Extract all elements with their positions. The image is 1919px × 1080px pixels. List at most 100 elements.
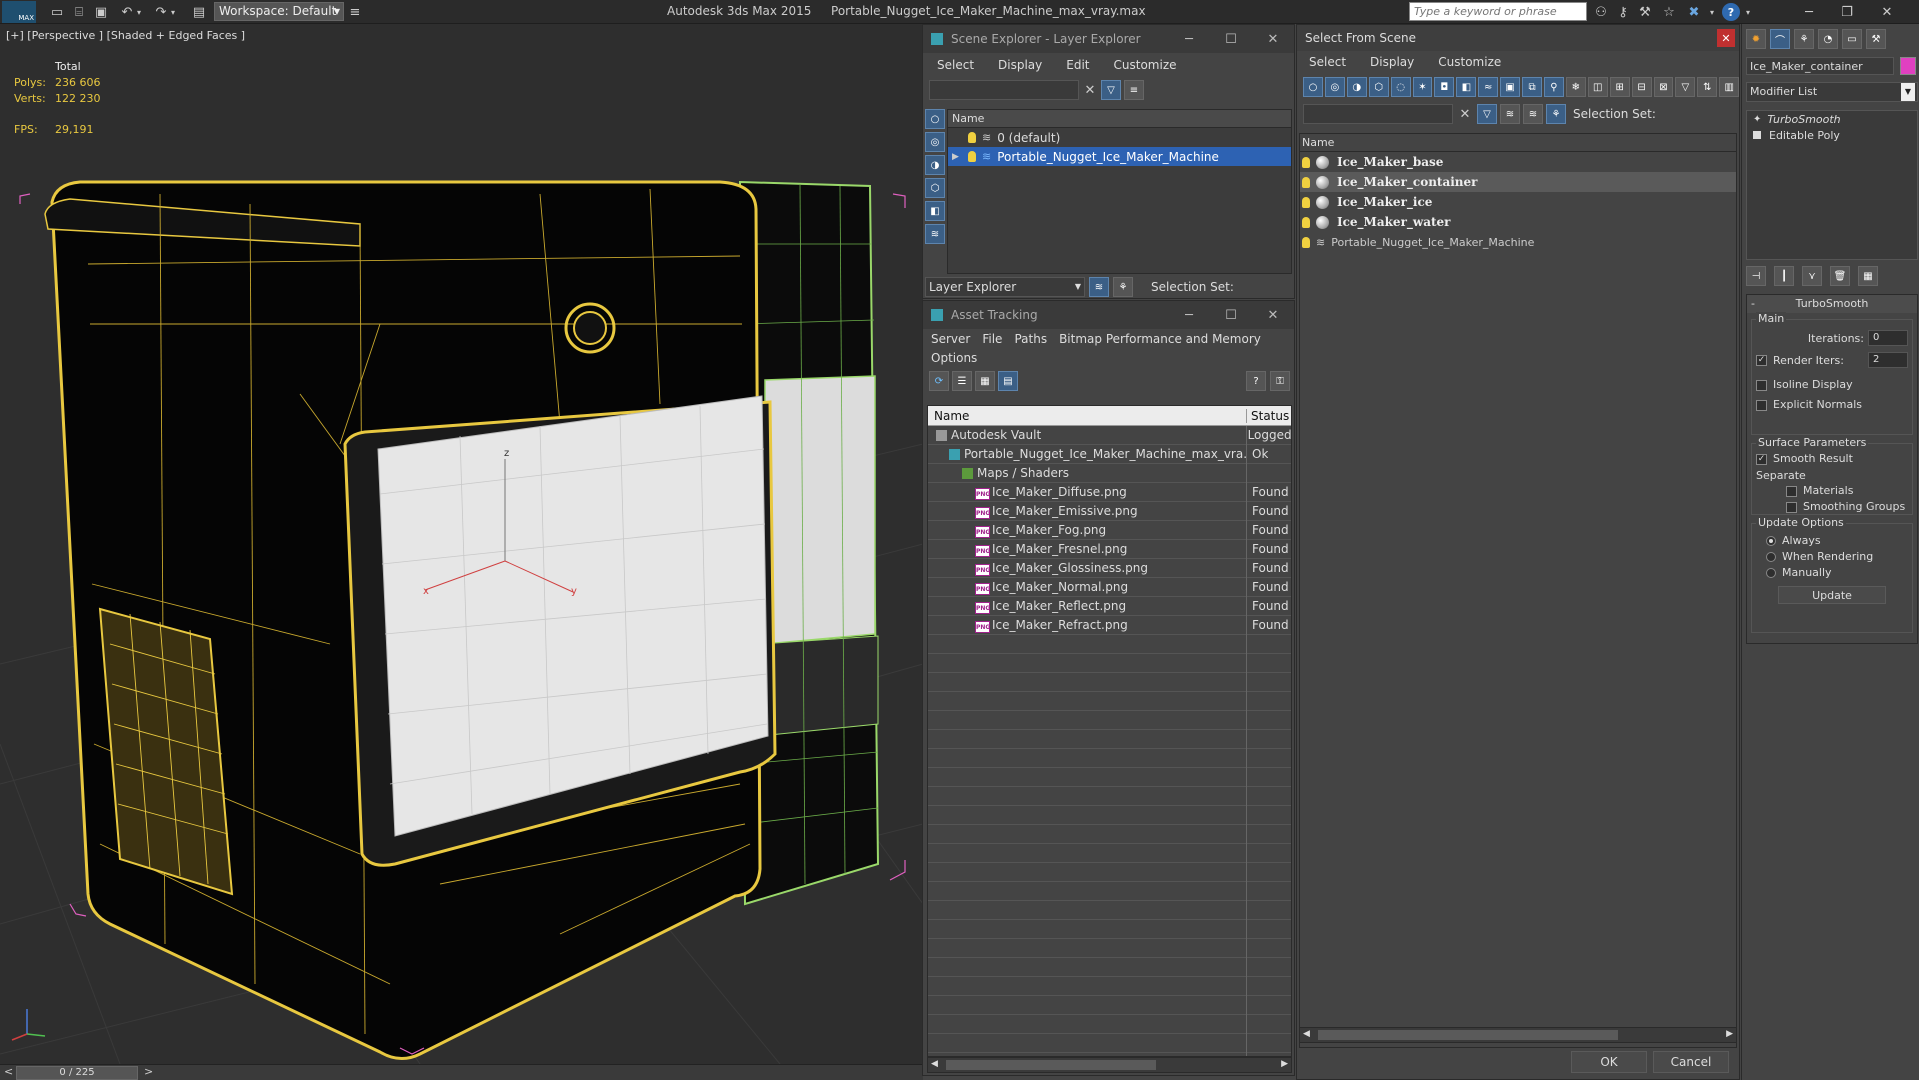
menu-customize[interactable]: Customize	[1102, 58, 1189, 72]
show-end-result-icon[interactable]: ┃	[1774, 266, 1794, 286]
asset-hscrollbar[interactable]: ◀ ▶	[927, 1057, 1292, 1073]
filter-icon[interactable]: ▽	[1675, 77, 1696, 97]
when-rendering-radio[interactable]	[1766, 552, 1776, 562]
hierarchy-tab-icon[interactable]: ⚘	[1794, 29, 1814, 49]
help-icon[interactable]: ?	[1722, 3, 1740, 21]
layer-list-header[interactable]: Name	[948, 110, 1291, 128]
key-icon[interactable]: ⚷	[1614, 3, 1632, 21]
ice-maker-model[interactable]: z x y	[0, 24, 923, 1064]
favorites-star-icon[interactable]: ☆	[1660, 3, 1678, 21]
object-row[interactable]: Ice_Maker_water	[1300, 212, 1736, 232]
display-children-icon[interactable]: ⊞	[1609, 77, 1630, 97]
asset-row[interactable]: PNG Ice_Maker_Reflect.png Found	[928, 597, 1291, 616]
project-folder-icon[interactable]: ▤	[190, 3, 208, 21]
always-radio[interactable]	[1766, 536, 1776, 546]
menu-customize[interactable]: Customize	[1426, 55, 1513, 69]
maximize-icon[interactable]: ☐	[1210, 301, 1252, 329]
maximize-icon[interactable]: ☐	[1210, 25, 1252, 53]
list-view-icon[interactable]: ☰	[952, 371, 972, 391]
select-from-scene-titlebar[interactable]: Select From Scene ✕	[1297, 25, 1739, 51]
display-lights-icon[interactable]: ✶	[1412, 77, 1433, 97]
display-bones-icon[interactable]: ⚲	[1543, 77, 1564, 97]
expand-arrow-icon[interactable]: ▶	[952, 152, 968, 162]
render-iters-spinner[interactable]: 2	[1868, 352, 1908, 368]
display-spacewarps-icon[interactable]: ≈	[1478, 77, 1499, 97]
utilities-tab-icon[interactable]: ⚒	[1866, 29, 1886, 49]
menu-server[interactable]: Server	[923, 332, 976, 346]
restore-icon[interactable]: ❐	[1838, 3, 1856, 21]
timeline-next-button[interactable]: >	[144, 1065, 153, 1078]
menu-select[interactable]: Select	[1297, 55, 1358, 69]
open-file-icon[interactable]: ⌸	[70, 3, 88, 21]
menu-select[interactable]: Select	[925, 58, 986, 72]
scroll-thumb[interactable]	[1318, 1030, 1618, 1040]
modify-tab-icon[interactable]: ⌒	[1770, 29, 1790, 49]
menu-bitmap-performance[interactable]: Bitmap Performance and Memory	[1053, 332, 1267, 346]
sort-icon[interactable]: ⇅	[1697, 77, 1718, 97]
workspace-dropdown[interactable]: Workspace: Default ▼	[214, 2, 344, 21]
layer-options-icon[interactable]: ≋	[1523, 104, 1543, 124]
manually-radio[interactable]	[1766, 568, 1776, 578]
asset-row[interactable]: PNG Ice_Maker_Emissive.png Found	[928, 502, 1291, 521]
object-list-header[interactable]: Name	[1300, 134, 1736, 152]
menu-edit[interactable]: Edit	[1054, 58, 1101, 72]
binoculars-icon[interactable]: ⚇	[1592, 3, 1610, 21]
ok-button[interactable]: OK	[1571, 1051, 1647, 1073]
close-icon[interactable]: ✕	[1252, 25, 1294, 53]
display-none-icon[interactable]: ○	[1303, 77, 1323, 97]
make-unique-icon[interactable]: ⋎	[1802, 266, 1822, 286]
explicit-normals-checkbox[interactable]	[1756, 399, 1767, 411]
menu-display[interactable]: Display	[986, 58, 1054, 72]
menu-options[interactable]: Options	[923, 351, 985, 365]
minimize-icon[interactable]: ─	[1168, 25, 1210, 53]
display-dependents-icon[interactable]: ⊠	[1653, 77, 1674, 97]
light-bulb-icon[interactable]	[1302, 236, 1310, 248]
light-bulb-icon[interactable]	[1302, 216, 1310, 228]
timeline-bar[interactable]: < 0 / 225 >	[0, 1064, 923, 1080]
hierarchy-mode-icon[interactable]: ⚘	[1113, 277, 1133, 297]
scroll-left-icon[interactable]: ◀	[1303, 1029, 1310, 1039]
hierarchy-icon[interactable]: ⚘	[1546, 104, 1566, 124]
scene-explorer-search-field[interactable]	[929, 80, 1079, 100]
object-row[interactable]: Ice_Maker_container	[1300, 172, 1736, 192]
asset-row[interactable]: Maps / Shaders	[928, 464, 1291, 483]
display-shapes-icon[interactable]: ◌	[1390, 77, 1411, 97]
object-row[interactable]: ≋ Portable_Nugget_Ice_Maker_Machine	[1300, 232, 1736, 252]
collapse-icon[interactable]: -	[1751, 295, 1755, 313]
iterations-spinner[interactable]: 0	[1868, 330, 1908, 346]
object-color-swatch[interactable]	[1900, 57, 1916, 75]
redo-dropdown-icon[interactable]: ▾	[168, 3, 178, 21]
update-button[interactable]: Update	[1778, 586, 1886, 604]
save-icon[interactable]: ▣	[92, 3, 110, 21]
object-hscrollbar[interactable]: ◀ ▶	[1299, 1027, 1737, 1043]
filter-icon[interactable]: ▽	[1477, 104, 1497, 124]
object-row[interactable]: Ice_Maker_base	[1300, 152, 1736, 172]
object-row[interactable]: Ice_Maker_ice	[1300, 192, 1736, 212]
close-icon[interactable]: ✕	[1878, 3, 1896, 21]
asset-row[interactable]: PNG Ice_Maker_Refract.png Found	[928, 616, 1291, 635]
layer-row-ice-maker[interactable]: ▶ ≋ Portable_Nugget_Ice_Maker_Machine	[948, 147, 1291, 166]
asset-col-status[interactable]: Status	[1246, 408, 1289, 423]
explorer-type-dropdown[interactable]: Layer Explorer ▼	[925, 277, 1085, 297]
motion-tab-icon[interactable]: ◔	[1818, 29, 1838, 49]
light-bulb-icon[interactable]	[1302, 196, 1310, 208]
display-geometry-icon[interactable]: ⬡	[925, 178, 945, 198]
asset-row[interactable]: PNG Ice_Maker_Diffuse.png Found	[928, 483, 1291, 502]
new-file-icon[interactable]: ▭	[48, 3, 66, 21]
scroll-right-icon[interactable]: ▶	[1726, 1029, 1733, 1039]
configure-sets-icon[interactable]: ▦	[1858, 266, 1878, 286]
layers-mode-icon[interactable]: ≋	[1089, 277, 1109, 297]
layer-row-default[interactable]: ≋ 0 (default)	[948, 128, 1291, 147]
perspective-viewport[interactable]: [+] [Perspective ] [Shaded + Edged Faces…	[0, 24, 923, 1064]
thumbnail-view-icon[interactable]: ▦	[975, 371, 995, 391]
minimize-icon[interactable]: ─	[1800, 3, 1818, 21]
display-all-icon[interactable]: ◎	[1324, 77, 1345, 97]
display-tab-icon[interactable]: ▭	[1842, 29, 1862, 49]
close-icon[interactable]: ✕	[1252, 301, 1294, 329]
display-layers-icon[interactable]: ≋	[925, 224, 945, 244]
vault-help-icon[interactable]: ⚿	[1270, 371, 1290, 391]
display-xrefs-icon[interactable]: ⧉	[1522, 77, 1542, 97]
light-bulb-icon[interactable]	[1302, 156, 1310, 168]
asset-row[interactable]: PNG Ice_Maker_Fresnel.png Found	[928, 540, 1291, 559]
display-helpers-icon[interactable]: ◧	[1456, 77, 1477, 97]
